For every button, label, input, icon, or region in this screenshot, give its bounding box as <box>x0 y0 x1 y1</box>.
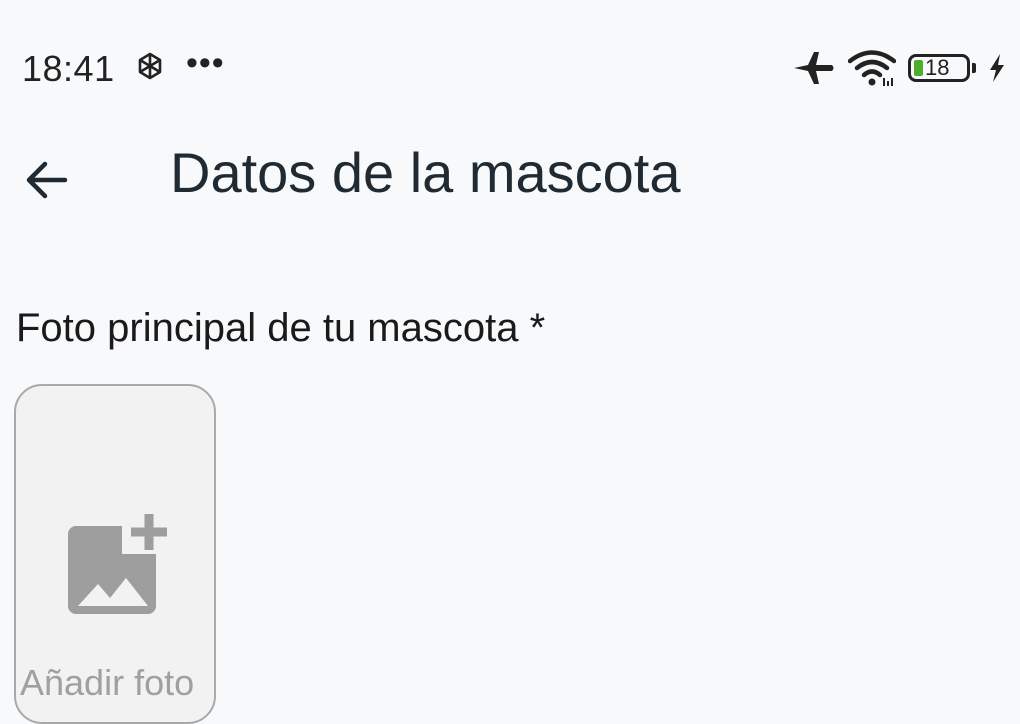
app-bar: Datos de la mascota <box>0 136 1020 220</box>
battery-cap <box>972 63 976 73</box>
status-bar: 18:41 ••• 18 <box>0 0 1020 136</box>
status-right-group: 18 <box>792 48 1006 88</box>
chatgpt-icon <box>138 52 162 80</box>
add-photo-icon <box>68 510 176 614</box>
airplane-mode-icon <box>794 52 834 84</box>
arrow-left-icon <box>26 161 68 199</box>
battery-icon: 18 <box>908 54 976 82</box>
photo-section-label: Foto principal de tu mascota * <box>16 306 546 350</box>
charging-bolt-icon <box>990 54 1004 82</box>
page-title: Datos de la mascota <box>170 141 681 204</box>
wifi-icon <box>848 50 896 86</box>
battery-fill <box>914 60 923 76</box>
back-button[interactable] <box>14 148 78 212</box>
battery-level: 18 <box>925 55 950 80</box>
add-photo-button[interactable]: Añadir foto <box>14 384 216 724</box>
status-time: 18:41 <box>22 48 115 89</box>
more-notifications-icon: ••• <box>186 44 225 82</box>
add-photo-label: Añadir foto <box>20 662 195 703</box>
